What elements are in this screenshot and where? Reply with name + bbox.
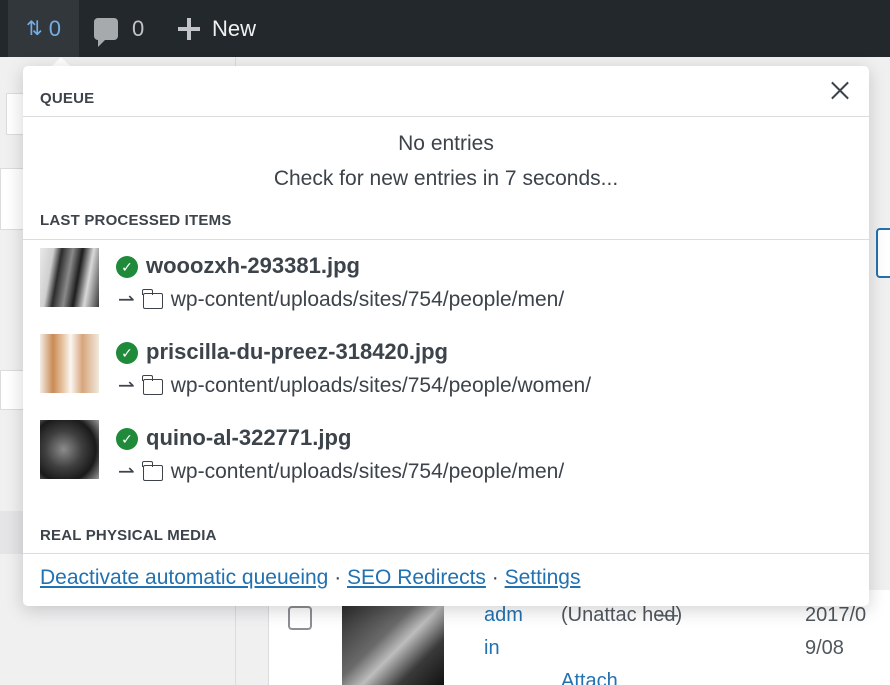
arrow-icon: ⇀ bbox=[118, 289, 135, 311]
check-circle-icon: ✓ bbox=[116, 256, 138, 278]
item-path: wp-content/uploads/sites/754/people/men/ bbox=[170, 459, 565, 483]
item-filename: quino-al-322771.jpg bbox=[146, 425, 352, 450]
admin-bar: ⇅ 0 0 New bbox=[0, 0, 890, 57]
row-author-link[interactable]: adm in bbox=[484, 599, 544, 665]
item-thumbnail bbox=[40, 334, 99, 393]
row-checkbox[interactable] bbox=[288, 606, 312, 630]
no-entries-text: No entries bbox=[398, 132, 494, 155]
item-filename: wooozxh-293381.jpg bbox=[146, 253, 360, 278]
last-processed-heading: LAST PROCESSED ITEMS bbox=[23, 212, 869, 240]
new-label: New bbox=[212, 15, 257, 41]
item-path-row: ⇀ wp-content/uploads/sites/754/people/wo… bbox=[118, 373, 591, 398]
check-countdown-text: Check for new entries in 7 seconds... bbox=[273, 167, 619, 190]
arrow-icon: ⇀ bbox=[118, 375, 135, 397]
queue-icon: ⇅ bbox=[25, 18, 43, 40]
real-physical-media-heading: REAL PHYSICAL MEDIA bbox=[23, 527, 869, 554]
queue-heading: QUEUE bbox=[23, 90, 869, 117]
attach-link[interactable]: Attach bbox=[561, 665, 618, 685]
footer-links: Deactivate automatic queueing · SEO Redi… bbox=[40, 566, 580, 590]
plus-icon bbox=[178, 17, 200, 40]
comments-button[interactable]: 0 bbox=[94, 0, 144, 57]
settings-link[interactable]: Settings bbox=[505, 566, 581, 589]
row-thumbnail bbox=[342, 604, 444, 685]
item-path-row: ⇀ wp-content/uploads/sites/754/people/me… bbox=[118, 459, 564, 484]
folder-icon bbox=[142, 460, 163, 481]
queue-count: 0 bbox=[48, 15, 61, 41]
list-item: ✓ priscilla-du-preez-318420.jpg ⇀ wp-con… bbox=[40, 334, 860, 404]
background-button bbox=[876, 228, 890, 278]
seo-redirects-link[interactable]: SEO Redirects bbox=[347, 566, 486, 589]
comment-icon bbox=[94, 17, 118, 47]
item-path-row: ⇀ wp-content/uploads/sites/754/people/me… bbox=[118, 287, 564, 312]
new-content-button[interactable]: New bbox=[178, 0, 256, 57]
queue-popup: QUEUE No entries Check for new entries i… bbox=[23, 66, 869, 606]
item-path: wp-content/uploads/sites/754/people/wome… bbox=[170, 373, 592, 397]
link-separator: · bbox=[328, 566, 348, 589]
item-path: wp-content/uploads/sites/754/people/men/ bbox=[170, 287, 565, 311]
queue-menu-button[interactable]: ⇅ 0 bbox=[8, 0, 79, 57]
comments-count: 0 bbox=[132, 15, 145, 41]
arrow-icon: ⇀ bbox=[118, 461, 135, 483]
list-item: ✓ wooozxh-293381.jpg ⇀ wp-content/upload… bbox=[40, 248, 860, 318]
deactivate-queueing-link[interactable]: Deactivate automatic queueing bbox=[40, 566, 328, 589]
check-circle-icon: ✓ bbox=[116, 428, 138, 450]
folder-icon bbox=[142, 374, 163, 395]
row-date: 2017/0 9/08 bbox=[805, 604, 867, 659]
item-thumbnail bbox=[40, 420, 99, 479]
folder-icon bbox=[142, 288, 163, 309]
item-thumbnail bbox=[40, 248, 99, 307]
list-item: ✓ quino-al-322771.jpg ⇀ wp-content/uploa… bbox=[40, 420, 860, 490]
check-circle-icon: ✓ bbox=[116, 342, 138, 364]
link-separator: · bbox=[485, 566, 505, 589]
item-filename: priscilla-du-preez-318420.jpg bbox=[146, 339, 448, 364]
